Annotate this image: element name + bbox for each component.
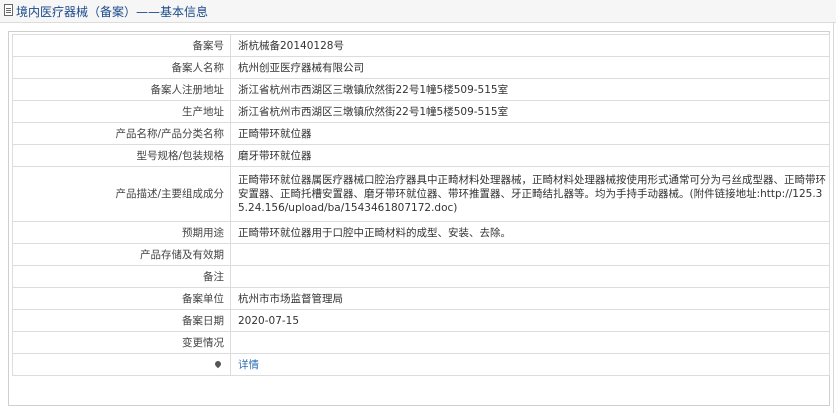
table-row: 备注 — [12, 265, 830, 288]
table-row: 产品名称/产品分类名称 正畸带环就位器 — [12, 122, 830, 145]
table-row: 产品存储及有效期 — [12, 243, 830, 266]
scrollbar-edge — [833, 22, 834, 413]
table-row: 产品描述/主要组成成分 正畸带环就位器属医疗器械口腔治疗器具中正畸材料处理器械，… — [12, 166, 830, 222]
detail-cell: 详情 — [230, 353, 830, 376]
table-row: 备案单位 杭州市市场监督管理局 — [12, 287, 830, 310]
detail-label — [12, 353, 231, 376]
table-row: 变更情况 — [12, 331, 830, 354]
row-label: 预期用途 — [12, 221, 231, 244]
row-value: 浙江省杭州市西湖区三墩镇欣然街22号1幢5楼509-515室 — [230, 100, 830, 123]
row-label: 生产地址 — [12, 100, 231, 123]
page-title: 境内医疗器械（备案）——基本信息 — [16, 5, 209, 19]
row-value: 杭州创亚医疗器械有限公司 — [230, 56, 830, 79]
row-value: 浙杭械备20140128号 — [230, 34, 830, 57]
row-label: 产品描述/主要组成成分 — [12, 166, 231, 222]
row-label: 备注 — [12, 265, 231, 288]
table-row: 备案号 浙杭械备20140128号 — [12, 34, 830, 57]
row-value: 磨牙带环就位器 — [230, 144, 830, 167]
row-label: 产品存储及有效期 — [12, 243, 231, 266]
table-row: 备案日期 2020-07-15 — [12, 309, 830, 332]
row-value — [230, 331, 830, 354]
row-value: 正畸带环就位器用于口腔中正畸材料的成型、安装、去除。 — [230, 221, 830, 244]
row-label: 备案单位 — [12, 287, 231, 310]
row-label: 备案人注册地址 — [12, 78, 231, 101]
table-row: 型号规格/包装规格 磨牙带环就位器 — [12, 144, 830, 167]
pin-icon — [213, 359, 223, 368]
row-label: 型号规格/包装规格 — [12, 144, 231, 167]
row-value — [230, 243, 830, 266]
page-header: 境内医疗器械（备案）——基本信息 — [0, 0, 836, 23]
info-table: 备案号 浙杭械备20140128号 备案人名称 杭州创亚医疗器械有限公司 备案人… — [12, 34, 830, 376]
detail-link[interactable]: 详情 — [238, 359, 259, 371]
row-value: 浙江省杭州市西湖区三墩镇欣然街22号1幢5楼509-515室 — [230, 78, 830, 101]
row-label: 备案号 — [12, 34, 231, 57]
table-row-detail: 详情 — [12, 353, 830, 376]
row-label: 备案人名称 — [12, 56, 231, 79]
document-icon — [4, 4, 13, 16]
row-value — [230, 265, 830, 288]
row-value: 正畸带环就位器属医疗器械口腔治疗器具中正畸材料处理器械，正畸材料处理器械按使用形… — [230, 166, 830, 222]
row-label: 产品名称/产品分类名称 — [12, 122, 231, 145]
row-value: 正畸带环就位器 — [230, 122, 830, 145]
row-label: 变更情况 — [12, 331, 231, 354]
table-row: 备案人注册地址 浙江省杭州市西湖区三墩镇欣然街22号1幢5楼509-515室 — [12, 78, 830, 101]
row-label: 备案日期 — [12, 309, 231, 332]
row-value: 2020-07-15 — [230, 309, 830, 332]
table-row: 生产地址 浙江省杭州市西湖区三墩镇欣然街22号1幢5楼509-515室 — [12, 100, 830, 123]
row-value: 杭州市市场监督管理局 — [230, 287, 830, 310]
table-row: 备案人名称 杭州创亚医疗器械有限公司 — [12, 56, 830, 79]
table-row: 预期用途 正畸带环就位器用于口腔中正畸材料的成型、安装、去除。 — [12, 221, 830, 244]
